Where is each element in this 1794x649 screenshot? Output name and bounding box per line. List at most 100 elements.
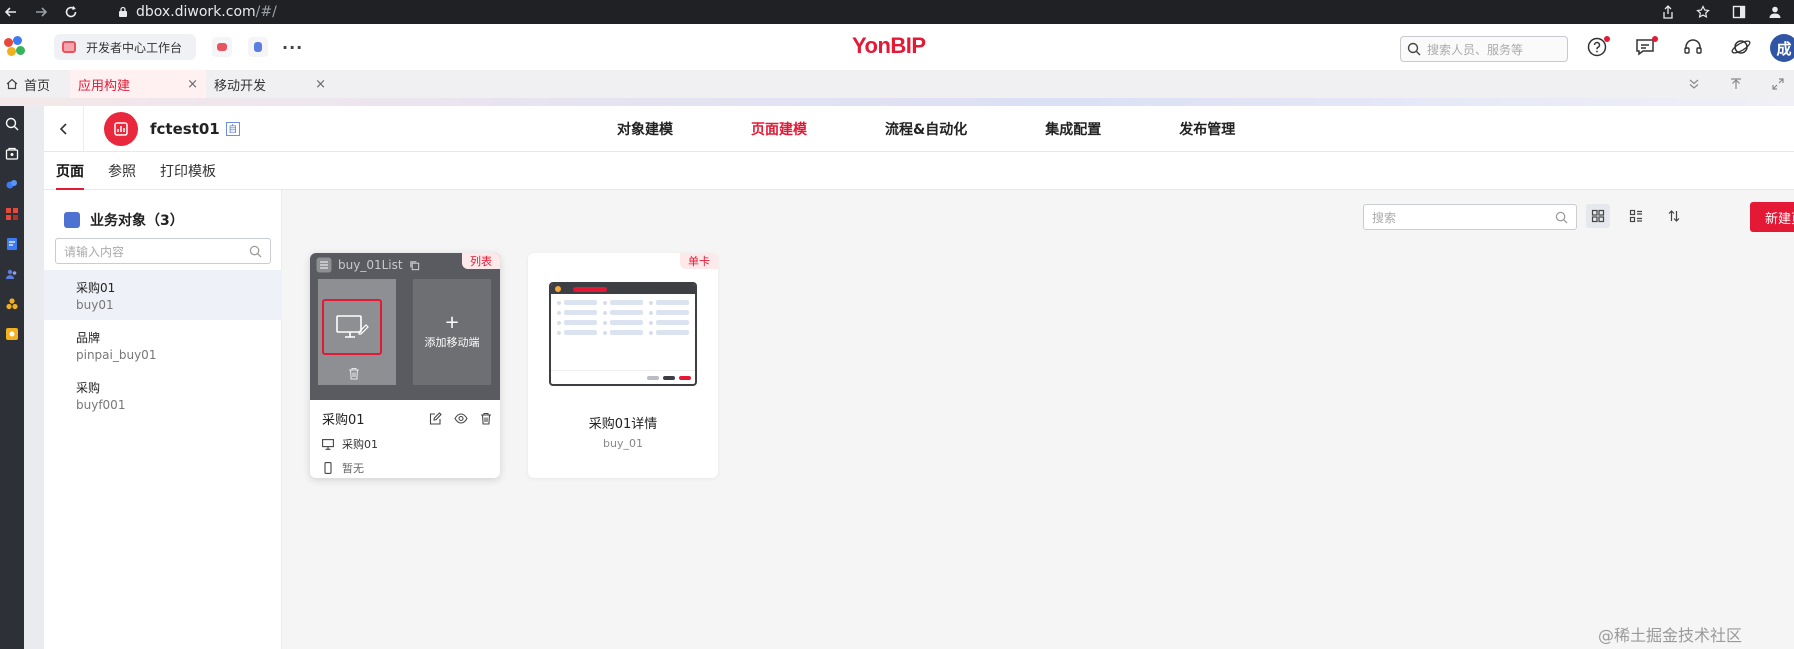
app-header: 开发者中心工作台 ··· YonBIP 搜索人员、服务等 成 <box>0 24 1794 70</box>
edit-icon[interactable] <box>429 412 442 425</box>
rail-people-icon[interactable] <box>4 266 20 282</box>
chevron-double-down-icon[interactable] <box>1688 78 1700 90</box>
subtab-pages[interactable]: 页面 <box>56 152 84 190</box>
search-icon <box>1555 211 1568 224</box>
search-icon <box>1407 42 1421 56</box>
close-icon[interactable]: × <box>315 77 326 92</box>
shortcut-red-icon[interactable] <box>212 37 233 57</box>
preview-eye-icon[interactable] <box>454 412 468 425</box>
global-search-placeholder: 搜索人员、服务等 <box>1427 42 1524 57</box>
close-icon[interactable]: × <box>187 77 198 92</box>
sidebar-item-code: pinpai_buy01 <box>76 347 157 362</box>
sidebar-search-input[interactable]: 请输入内容 <box>55 238 271 264</box>
pc-edit-button[interactable] <box>322 299 382 355</box>
trash-icon[interactable] <box>480 412 492 425</box>
add-mobile-label: 添加移动端 <box>424 336 480 349</box>
sidebar-item-name: 采购 <box>76 380 101 395</box>
card-title: 采购01详情 <box>588 417 658 432</box>
subtab-reference[interactable]: 参照 <box>108 152 136 190</box>
nav-object-modeling[interactable]: 对象建模 <box>617 106 673 152</box>
sidebar-item-code: buyf001 <box>76 397 126 412</box>
workbench-tab-label: 开发者中心工作台 <box>86 40 183 55</box>
tab-app-build[interactable]: 应用构建 × <box>70 70 206 98</box>
expand-icon[interactable] <box>1772 78 1784 90</box>
sub-tabs: 页面 参照 打印模板 <box>44 152 1794 190</box>
rail-doc-icon[interactable] <box>4 236 20 252</box>
business-object-sidebar: 业务对象（3） 请输入内容 采购01 buy01 品牌 pinpai_buy01… <box>44 190 282 649</box>
rail-search-icon[interactable] <box>4 116 20 132</box>
app-logo-icon <box>104 111 138 146</box>
sidebar-item-buyf001[interactable]: 采购 buyf001 <box>44 370 282 420</box>
sidebar-search-placeholder: 请输入内容 <box>64 244 125 259</box>
home-icon <box>6 78 18 90</box>
brand-logo: YonBIP <box>852 33 926 58</box>
monitor-icon <box>322 438 334 450</box>
app-top-nav: fctest01 自 对象建模 页面建模 流程&自动化 集成配置 发布管理 <box>44 105 1794 152</box>
card-code: buy_01 <box>603 437 643 450</box>
business-object-icon <box>64 212 80 228</box>
trash-icon[interactable] <box>348 367 360 380</box>
share-icon[interactable] <box>1662 5 1674 19</box>
bookmark-star-icon[interactable] <box>1696 5 1710 19</box>
more-icon[interactable]: ··· <box>282 38 303 57</box>
global-search-input[interactable]: 搜索人员、服务等 <box>1400 36 1568 62</box>
tab-home-label: 首页 <box>24 78 51 94</box>
planet-icon[interactable] <box>1730 36 1754 60</box>
tab-mobile-dev[interactable]: 移动开发 × <box>206 70 334 98</box>
side-panel-icon[interactable] <box>1732 5 1746 19</box>
rail-cloud-icon[interactable] <box>4 176 20 192</box>
page-list-area: 搜索 新建页面 buy_01List 列表 <box>282 190 1794 649</box>
page-tab-bar: 首页 应用构建 × 移动开发 × <box>0 70 1794 98</box>
url-host: dbox.diwork.com <box>136 4 256 20</box>
back-arrow-icon[interactable] <box>4 5 18 19</box>
browser-toolbar: dbox.diwork.com/#/ <box>0 0 1794 24</box>
forward-arrow-icon[interactable] <box>34 5 48 19</box>
sort-icon[interactable] <box>1662 204 1686 228</box>
single-card-tag: 单卡 <box>680 253 718 269</box>
accent-strip <box>0 98 1794 106</box>
page-card-list[interactable]: buy_01List 列表 + 添加移动端 采购01 采购01 暂无 <box>310 253 500 478</box>
back-button[interactable] <box>44 105 84 152</box>
grid-view-icon[interactable] <box>1586 204 1610 228</box>
list-page-icon <box>316 257 332 273</box>
message-icon[interactable] <box>1634 36 1658 60</box>
app-launcher-icon[interactable] <box>4 36 26 58</box>
page-card-detail[interactable]: 单卡 采购01详情 buy_01 <box>528 253 718 478</box>
rail-app-icon[interactable] <box>4 146 20 162</box>
nav-process-automation[interactable]: 流程&自动化 <box>885 106 967 152</box>
headset-icon[interactable] <box>1682 36 1706 60</box>
app-badge: 自 <box>225 121 240 136</box>
rail-badge-icon[interactable] <box>4 326 20 342</box>
profile-icon[interactable] <box>1768 5 1782 19</box>
rail-hive-icon[interactable] <box>4 296 20 312</box>
mobile-page-label: 暂无 <box>342 462 364 475</box>
new-page-button[interactable]: 新建页面 <box>1750 202 1794 232</box>
page-search-input[interactable]: 搜索 <box>1363 204 1577 230</box>
sidebar-item-buy01[interactable]: 采购01 buy01 <box>44 270 282 320</box>
left-rail <box>0 106 24 649</box>
add-mobile-button[interactable]: + 添加移动端 <box>413 279 491 385</box>
nav-release-management[interactable]: 发布管理 <box>1179 106 1235 152</box>
reload-icon[interactable] <box>64 5 78 19</box>
subtab-print-template[interactable]: 打印模板 <box>160 152 216 190</box>
watermark: @稀土掘金技术社区 <box>1598 626 1743 645</box>
upload-icon[interactable] <box>1730 78 1742 90</box>
sidebar-item-name: 采购01 <box>76 280 116 295</box>
pc-terminal-area[interactable] <box>318 279 396 385</box>
nav-page-modeling[interactable]: 页面建模 <box>751 106 807 152</box>
sidebar-title: 业务对象（3） <box>64 210 184 230</box>
help-icon[interactable] <box>1586 36 1610 60</box>
sidebar-item-pinpai[interactable]: 品牌 pinpai_buy01 <box>44 320 282 370</box>
list-view-icon[interactable] <box>1624 204 1648 228</box>
user-avatar[interactable]: 成 <box>1770 34 1794 62</box>
address-bar[interactable]: dbox.diwork.com/#/ <box>118 4 277 20</box>
tab-home[interactable]: 首页 <box>0 70 70 98</box>
card-code-name: buy_01List <box>338 258 403 272</box>
rail-gap <box>24 106 44 649</box>
nav-integration-config[interactable]: 集成配置 <box>1045 106 1101 152</box>
shortcut-blue-icon[interactable] <box>248 37 269 57</box>
card-title: 采购01 <box>322 413 365 428</box>
copy-icon[interactable] <box>409 260 420 271</box>
workbench-tab[interactable]: 开发者中心工作台 <box>54 34 197 60</box>
rail-grid-icon[interactable] <box>4 206 20 222</box>
